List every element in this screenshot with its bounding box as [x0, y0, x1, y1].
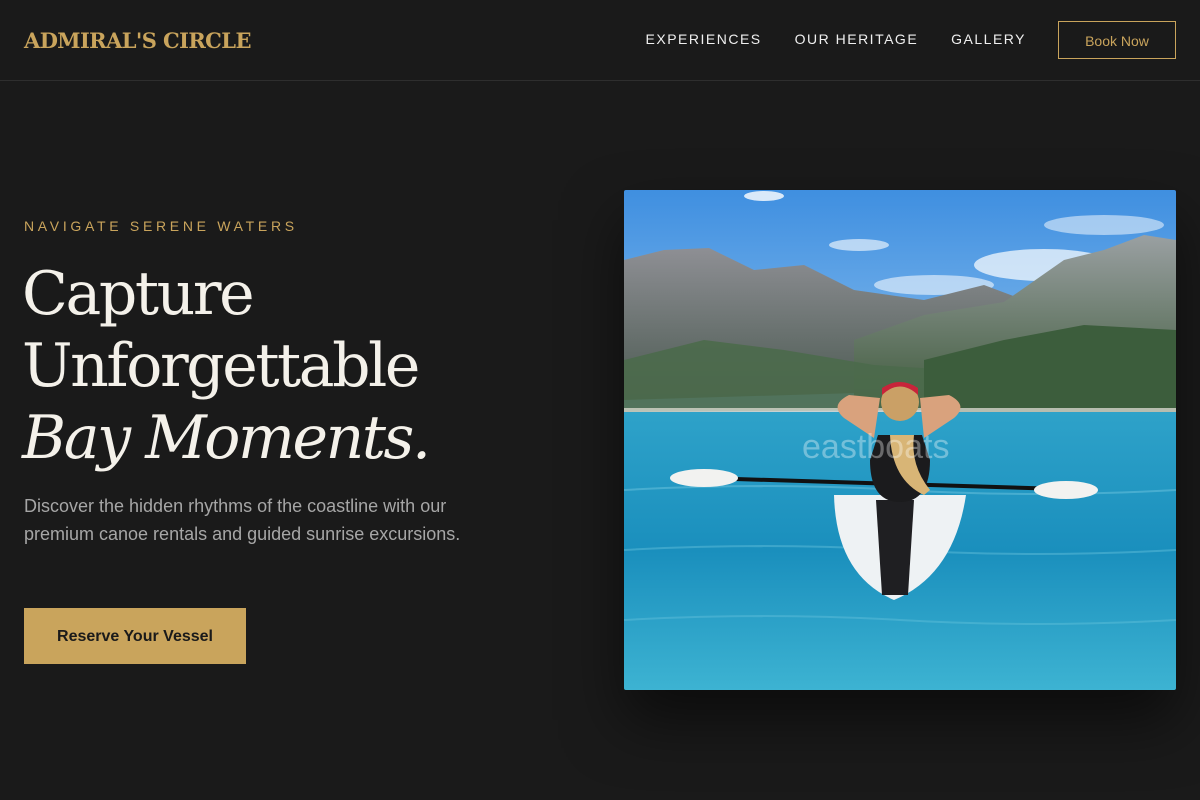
- site-header: ADMIRAL'S CIRCLE EXPERIENCES OUR HERITAG…: [0, 0, 1200, 81]
- hero-eyebrow: NAVIGATE SERENE WATERS: [24, 218, 298, 234]
- nav-link-gallery[interactable]: GALLERY: [951, 30, 1026, 48]
- hero-description: Discover the hidden rhythms of the coast…: [24, 496, 461, 544]
- headline-line-2: Unforgettable: [22, 331, 420, 401]
- headline-line-3: Bay Moments.: [22, 403, 431, 473]
- reserve-vessel-button[interactable]: Reserve Your Vessel: [24, 608, 246, 664]
- nav-link-our-heritage[interactable]: OUR HERITAGE: [795, 30, 919, 48]
- kayak-lake-illustration: eastboats: [624, 190, 1176, 690]
- nav-link-experiences[interactable]: EXPERIENCES: [646, 30, 762, 48]
- hero-headline: Capture Unforgettable Bay Moments.: [22, 258, 582, 474]
- main-nav: EXPERIENCES OUR HERITAGE GALLERY: [646, 30, 1026, 48]
- image-watermark: eastboats: [802, 428, 949, 466]
- book-now-button[interactable]: Book Now: [1058, 21, 1176, 59]
- headline-line-1: Capture: [22, 259, 255, 329]
- brand-logo[interactable]: ADMIRAL'S CIRCLE: [24, 27, 251, 55]
- hero-photo: eastboats: [624, 190, 1176, 690]
